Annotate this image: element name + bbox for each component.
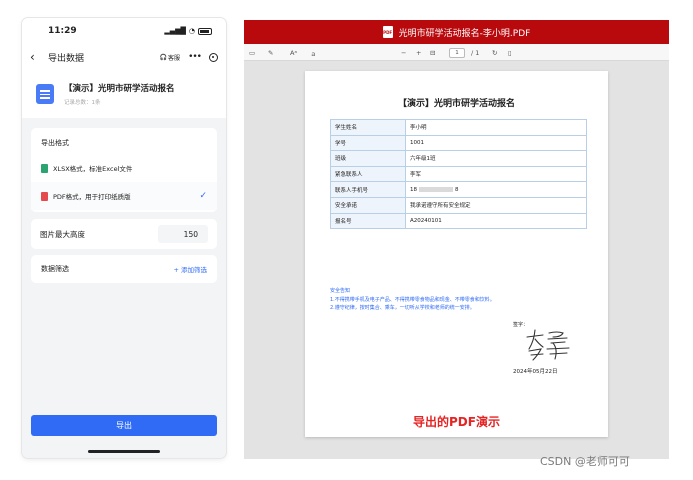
- field-label: 紧急联系人: [330, 165, 406, 183]
- checkmark-icon: ✓: [199, 191, 207, 201]
- format-option-xlsx[interactable]: XLSX格式，标准Excel文件: [31, 154, 217, 182]
- page-total: / 1: [471, 48, 480, 57]
- phone-screen: 11:29 ▂▄▆█ ◔ ‹ 导出数据 🎧 客服 ••• 【演示】光明市研学活动…: [22, 18, 226, 458]
- format-label: 导出格式: [41, 139, 69, 147]
- table-row: 安全承诺 我承诺遵守所有安全规定: [330, 196, 587, 214]
- registration-table: 学生姓名 李小明 学号 1001 班级 六年级1班 紧急联系人 李军 联系人手机…: [330, 119, 587, 230]
- record-count: 记录总数：1条: [64, 100, 101, 106]
- pdf-file-icon: [41, 191, 48, 201]
- redaction-mask: [419, 186, 453, 192]
- status-time: 11:29: [48, 26, 77, 36]
- format-card: 导出格式 XLSX格式，标准Excel文件 PDF格式，用于打印纸质版 ✓: [31, 128, 217, 212]
- field-label: 学生姓名: [330, 119, 406, 136]
- signal-icon: ▂▄▆█: [164, 27, 186, 35]
- home-indicator: [88, 450, 160, 453]
- phone-prefix: 18: [410, 186, 417, 193]
- field-value: 李军: [405, 165, 587, 183]
- field-label: 班级: [330, 150, 406, 167]
- status-bar: 11:29 ▂▄▆█ ◔: [22, 18, 226, 44]
- format-option-pdf[interactable]: PDF格式，用于打印纸质版 ✓: [31, 182, 217, 210]
- format-option-label: XLSX格式，标准Excel文件: [53, 165, 133, 173]
- field-value: A20240101: [405, 212, 587, 230]
- format-option-label: PDF格式，用于打印纸质版: [53, 193, 131, 201]
- field-value: 我承诺遵守所有安全规定: [405, 196, 587, 214]
- pdf-page: 【演示】光明市研学活动报名 学生姓名 李小明 学号 1001 班级 六年级1班 …: [305, 71, 608, 437]
- table-row: 报名号 A20240101: [330, 212, 587, 230]
- table-row: 联系人手机号 18 8: [330, 181, 587, 198]
- field-value: 1001: [405, 134, 587, 152]
- more-icon[interactable]: •••: [188, 52, 202, 62]
- watermark: CSDN @老师可可: [540, 455, 630, 468]
- notice-line: 2.遵守纪律，按时集合、乘车，一切听从学校和老师的统一安排。: [330, 305, 475, 311]
- filter-card: 数据筛选 + 添加筛选: [31, 255, 217, 283]
- demo-caption: 导出的PDF演示: [413, 415, 500, 429]
- image-height-label: 图片最大高度: [40, 229, 85, 239]
- field-label: 联系人手机号: [330, 181, 406, 198]
- field-label: 安全承诺: [330, 196, 406, 214]
- table-row: 学生姓名 李小明: [330, 119, 587, 136]
- service-button[interactable]: 🎧 客服: [160, 53, 181, 62]
- xlsx-file-icon: [41, 163, 48, 173]
- table-row: 学号 1001: [330, 134, 587, 152]
- service-label: 客服: [168, 54, 181, 62]
- pdf-viewer: PDF 光明市研学活动报名-李小明.PDF ▭ ✎ Aᵃ ａ − + ⊟ 1 /…: [244, 20, 669, 459]
- page-number-input[interactable]: 1: [449, 47, 465, 58]
- zoom-in-button[interactable]: +: [416, 44, 421, 61]
- field-value: 六年级1班: [405, 150, 587, 167]
- fit-page-icon[interactable]: ⊟: [430, 44, 435, 61]
- safety-notice: 安全告知 1.不得携带手机及电子产品、不得携带零食物品和现金、不带零食和饮料。 …: [330, 287, 495, 313]
- table-row: 紧急联系人 李军: [330, 165, 587, 183]
- highlight-icon[interactable]: ✎: [268, 44, 273, 61]
- notice-line: 安全告知: [330, 288, 351, 294]
- export-button[interactable]: 导出: [31, 415, 217, 436]
- viewer-title-bar: PDF 光明市研学活动报名-李小明.PDF: [244, 20, 669, 44]
- signature-date: 2024年05月22日: [513, 369, 558, 375]
- nav-bar: ‹ 导出数据 🎧 客服 •••: [22, 44, 226, 70]
- capsule-menu: 🎧 客服 •••: [160, 52, 218, 62]
- document-icon: [36, 84, 54, 104]
- image-height-input[interactable]: 150: [158, 225, 208, 243]
- sidebar-toggle-icon[interactable]: ▭: [249, 44, 255, 61]
- headset-icon: 🎧: [159, 53, 168, 61]
- pdf-page-title: 【演示】光明市研学活动报名: [397, 99, 515, 109]
- chevron-left-icon[interactable]: ‹: [30, 50, 44, 64]
- battery-icon: [198, 27, 212, 35]
- zoom-out-button[interactable]: −: [401, 44, 406, 61]
- viewer-title: 光明市研学活动报名-李小明.PDF: [398, 28, 531, 39]
- viewer-toolbar: ▭ ✎ Aᵃ ａ − + ⊟ 1 / 1 ↻ ▯: [244, 44, 669, 61]
- field-value-masked: 18 8: [405, 181, 587, 198]
- image-height-card: 图片最大高度 150: [31, 219, 217, 249]
- field-value: 李小明: [405, 119, 587, 136]
- field-label: 学号: [330, 134, 406, 152]
- document-header: 【演示】光明市研学活动报名 记录总数：1条: [22, 70, 226, 118]
- signature-image: [526, 329, 570, 361]
- page-view-icon[interactable]: ▯: [508, 44, 512, 61]
- page-title: 导出数据: [48, 53, 85, 64]
- rotate-icon[interactable]: ↻: [492, 44, 497, 61]
- add-filter-button[interactable]: + 添加筛选: [173, 264, 207, 274]
- wifi-icon: ◔: [188, 27, 195, 35]
- read-aloud-icon[interactable]: ａ: [310, 44, 317, 61]
- table-row: 班级 六年级1班: [330, 150, 587, 167]
- notice-line: 1.不得携带手机及电子产品、不得携带零食物品和现金、不带零食和饮料。: [330, 296, 495, 303]
- close-miniapp-icon[interactable]: [209, 52, 218, 62]
- phone-suffix: 8: [455, 186, 459, 193]
- pdf-icon: PDF: [382, 26, 393, 38]
- text-size-icon[interactable]: Aᵃ: [290, 44, 297, 61]
- document-title: 【演示】光明市研学活动报名: [64, 84, 175, 94]
- field-label: 报名号: [330, 212, 406, 230]
- filter-label: 数据筛选: [41, 265, 69, 273]
